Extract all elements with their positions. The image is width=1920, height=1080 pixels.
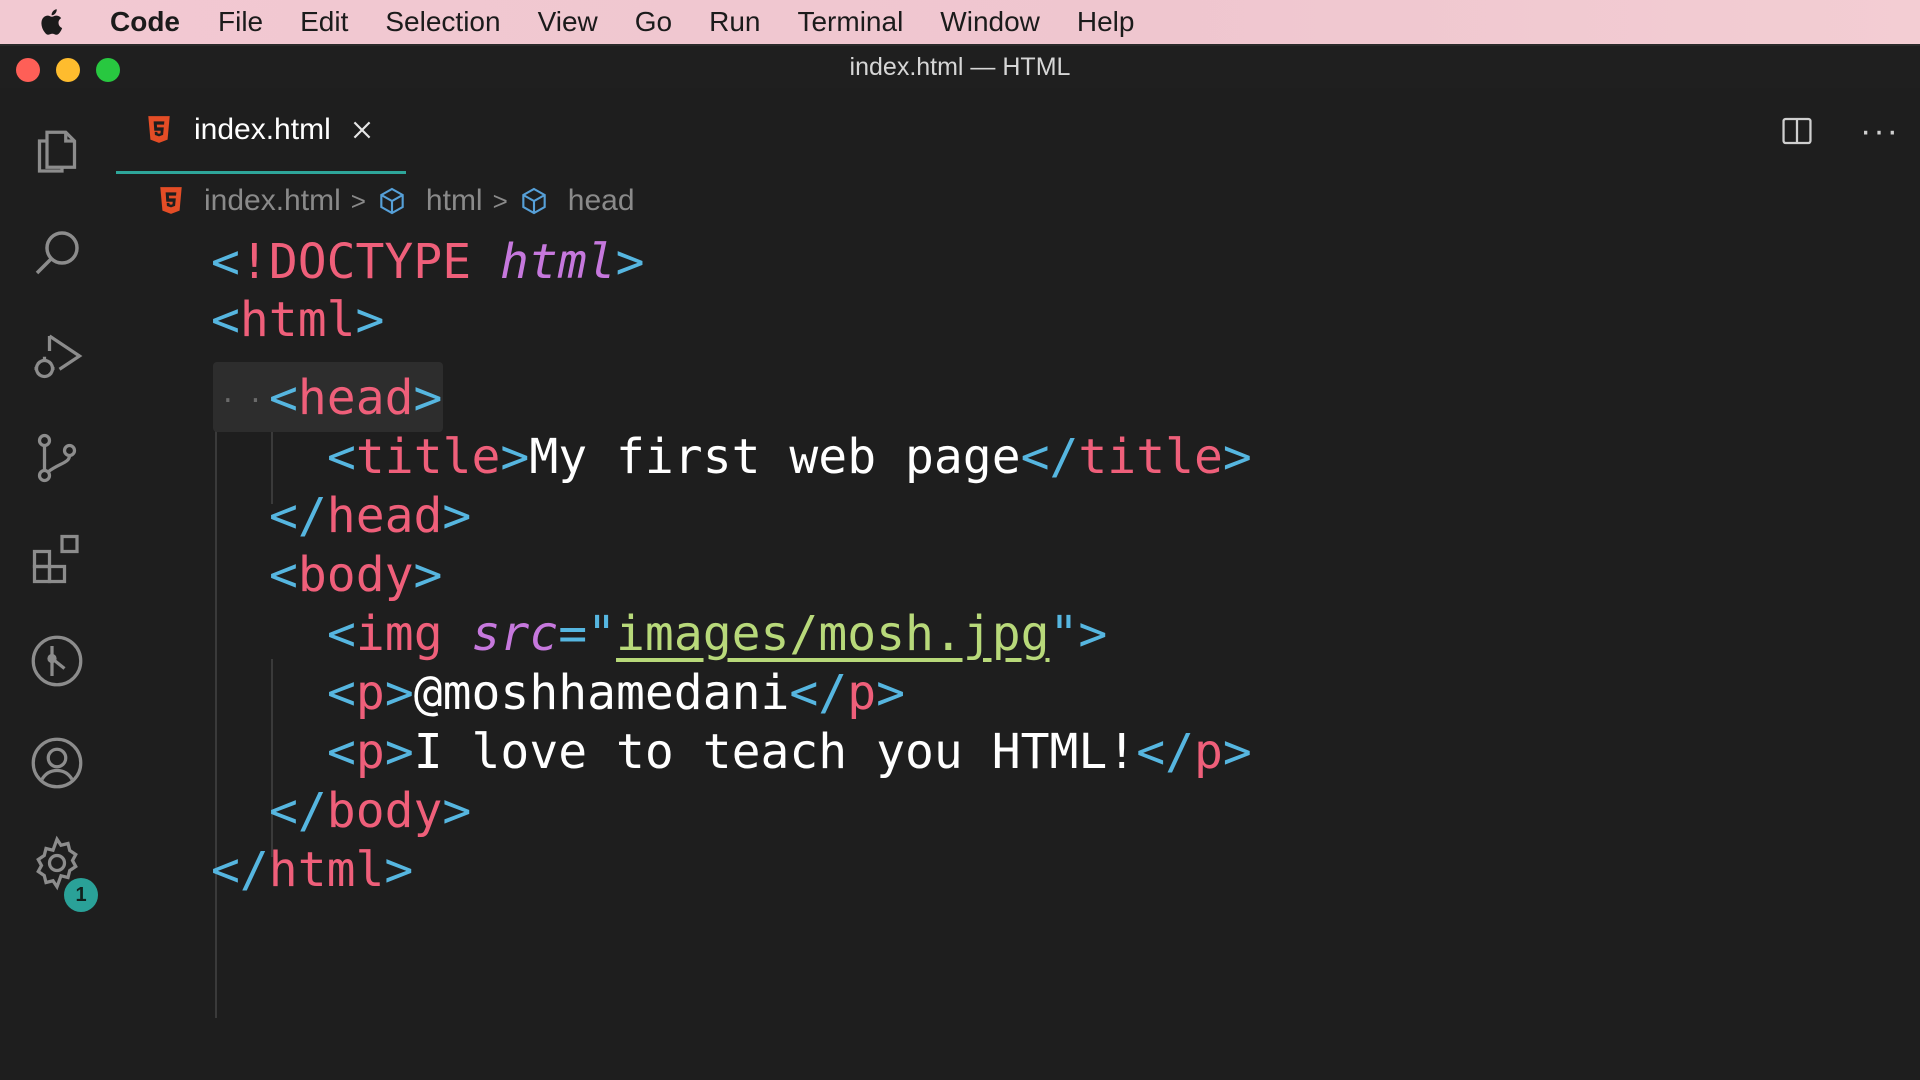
window-title: index.html — HTML xyxy=(849,52,1071,81)
breadcrumb-file[interactable]: index.html xyxy=(204,184,341,218)
minimize-window-button[interactable] xyxy=(56,58,80,82)
account-icon[interactable] xyxy=(24,730,90,796)
settings-badge: 1 xyxy=(64,878,98,912)
chevron-right-icon: > xyxy=(492,185,508,216)
search-icon[interactable] xyxy=(24,220,90,286)
menu-go[interactable]: Go xyxy=(635,6,672,38)
close-window-button[interactable] xyxy=(16,58,40,82)
tab-index-html[interactable]: index.html xyxy=(116,88,406,174)
breadcrumb: index.html > html > head xyxy=(158,178,635,224)
whitespace-dots: ·· xyxy=(220,386,276,416)
app-menu-code[interactable]: Code xyxy=(110,6,180,38)
symbol-element-icon xyxy=(522,187,546,215)
menu-run[interactable]: Run xyxy=(709,6,760,38)
explorer-icon[interactable] xyxy=(24,118,90,184)
chevron-right-icon: > xyxy=(350,185,366,216)
maximize-window-button[interactable] xyxy=(96,58,120,82)
menu-view[interactable]: View xyxy=(538,6,598,38)
settings-gear-icon[interactable]: 1 xyxy=(24,830,98,912)
menu-file[interactable]: File xyxy=(218,6,263,38)
html5-file-icon xyxy=(148,115,170,143)
breadcrumb-html[interactable]: html xyxy=(426,184,483,218)
split-editor-icon[interactable] xyxy=(1780,114,1814,148)
editor-tab-strip: index.html ··· xyxy=(114,88,1920,174)
window-title-bar: index.html — HTML xyxy=(0,44,1920,88)
code-line-html-close: </html> xyxy=(211,842,414,898)
indent-guide xyxy=(215,366,217,1018)
menu-terminal[interactable]: Terminal xyxy=(797,6,903,38)
menu-help[interactable]: Help xyxy=(1077,6,1135,38)
html5-file-icon xyxy=(160,187,182,214)
img-src-link[interactable]: images/mosh.jpg xyxy=(616,606,1049,662)
menu-edit[interactable]: Edit xyxy=(300,6,348,38)
source-control-icon[interactable] xyxy=(24,425,90,491)
symbol-element-icon xyxy=(380,187,404,215)
breadcrumb-head[interactable]: head xyxy=(568,184,635,218)
apple-logo-icon[interactable] xyxy=(38,5,72,39)
menu-bar: Code File Edit Selection View Go Run Ter… xyxy=(0,0,1920,44)
activity-bar: 1 xyxy=(0,88,114,1080)
more-actions-icon[interactable]: ··· xyxy=(1860,112,1900,151)
extensions-icon[interactable] xyxy=(24,526,90,592)
code-editor[interactable]: ·· <!DOCTYPE html> <html> <head> <title>… xyxy=(114,224,1920,1080)
git-graph-icon[interactable] xyxy=(24,628,90,694)
close-tab-icon[interactable] xyxy=(349,117,375,143)
tab-label: index.html xyxy=(194,112,331,146)
traffic-lights xyxy=(16,58,120,82)
menu-window[interactable]: Window xyxy=(940,6,1040,38)
menu-selection[interactable]: Selection xyxy=(385,6,500,38)
run-debug-icon[interactable] xyxy=(24,323,90,389)
code-line-html-open: <html> xyxy=(211,292,385,348)
editor-actions: ··· xyxy=(1780,88,1920,174)
